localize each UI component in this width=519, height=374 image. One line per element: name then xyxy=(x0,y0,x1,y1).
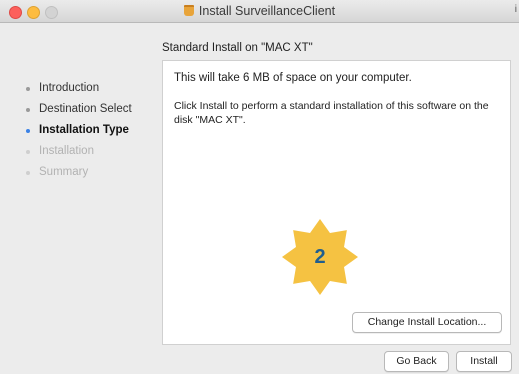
step-dot-icon xyxy=(26,129,30,133)
step-dot-icon xyxy=(26,150,30,154)
step-dot-icon xyxy=(26,171,30,175)
window-title-text: Install SurveillanceClient xyxy=(198,4,336,18)
sidebar-item-label: Destination Select xyxy=(39,103,132,115)
steps-sidebar: Introduction Destination Select Installa… xyxy=(24,82,154,187)
pane-subtitle: Standard Install on "MAC XT" xyxy=(162,42,313,54)
installer-window: Install SurveillanceClient i Standard In… xyxy=(0,0,519,374)
sidebar-item-destination-select: Destination Select xyxy=(24,103,154,124)
sidebar-item-label: Summary xyxy=(39,166,89,178)
space-required-text: This will take 6 MB of space on your com… xyxy=(174,72,412,84)
step-number-badge: 2 xyxy=(281,218,359,296)
sidebar-item-installation-type: Installation Type xyxy=(24,124,154,145)
step-dot-icon xyxy=(26,108,30,112)
sidebar-item-installation: Installation xyxy=(24,145,154,166)
sidebar-item-summary: Summary xyxy=(24,166,154,187)
install-instructions-text: Click Install to perform a standard inst… xyxy=(174,100,489,126)
badge-number: 2 xyxy=(314,246,326,268)
change-install-location-button[interactable]: Change Install Location... xyxy=(352,312,502,333)
go-back-button[interactable]: Go Back xyxy=(384,351,449,372)
sidebar-item-label: Installation xyxy=(39,145,94,157)
content-panel: This will take 6 MB of space on your com… xyxy=(162,60,511,345)
window-title: Install SurveillanceClient xyxy=(0,4,519,18)
install-button[interactable]: Install xyxy=(456,351,512,372)
package-icon xyxy=(183,5,194,16)
step-dot-icon xyxy=(26,87,30,91)
info-icon: i xyxy=(514,4,517,15)
sidebar-item-label: Installation Type xyxy=(39,124,129,136)
title-bar[interactable]: Install SurveillanceClient i xyxy=(0,0,519,23)
sidebar-item-label: Introduction xyxy=(39,82,100,94)
sidebar-item-introduction: Introduction xyxy=(24,82,154,103)
